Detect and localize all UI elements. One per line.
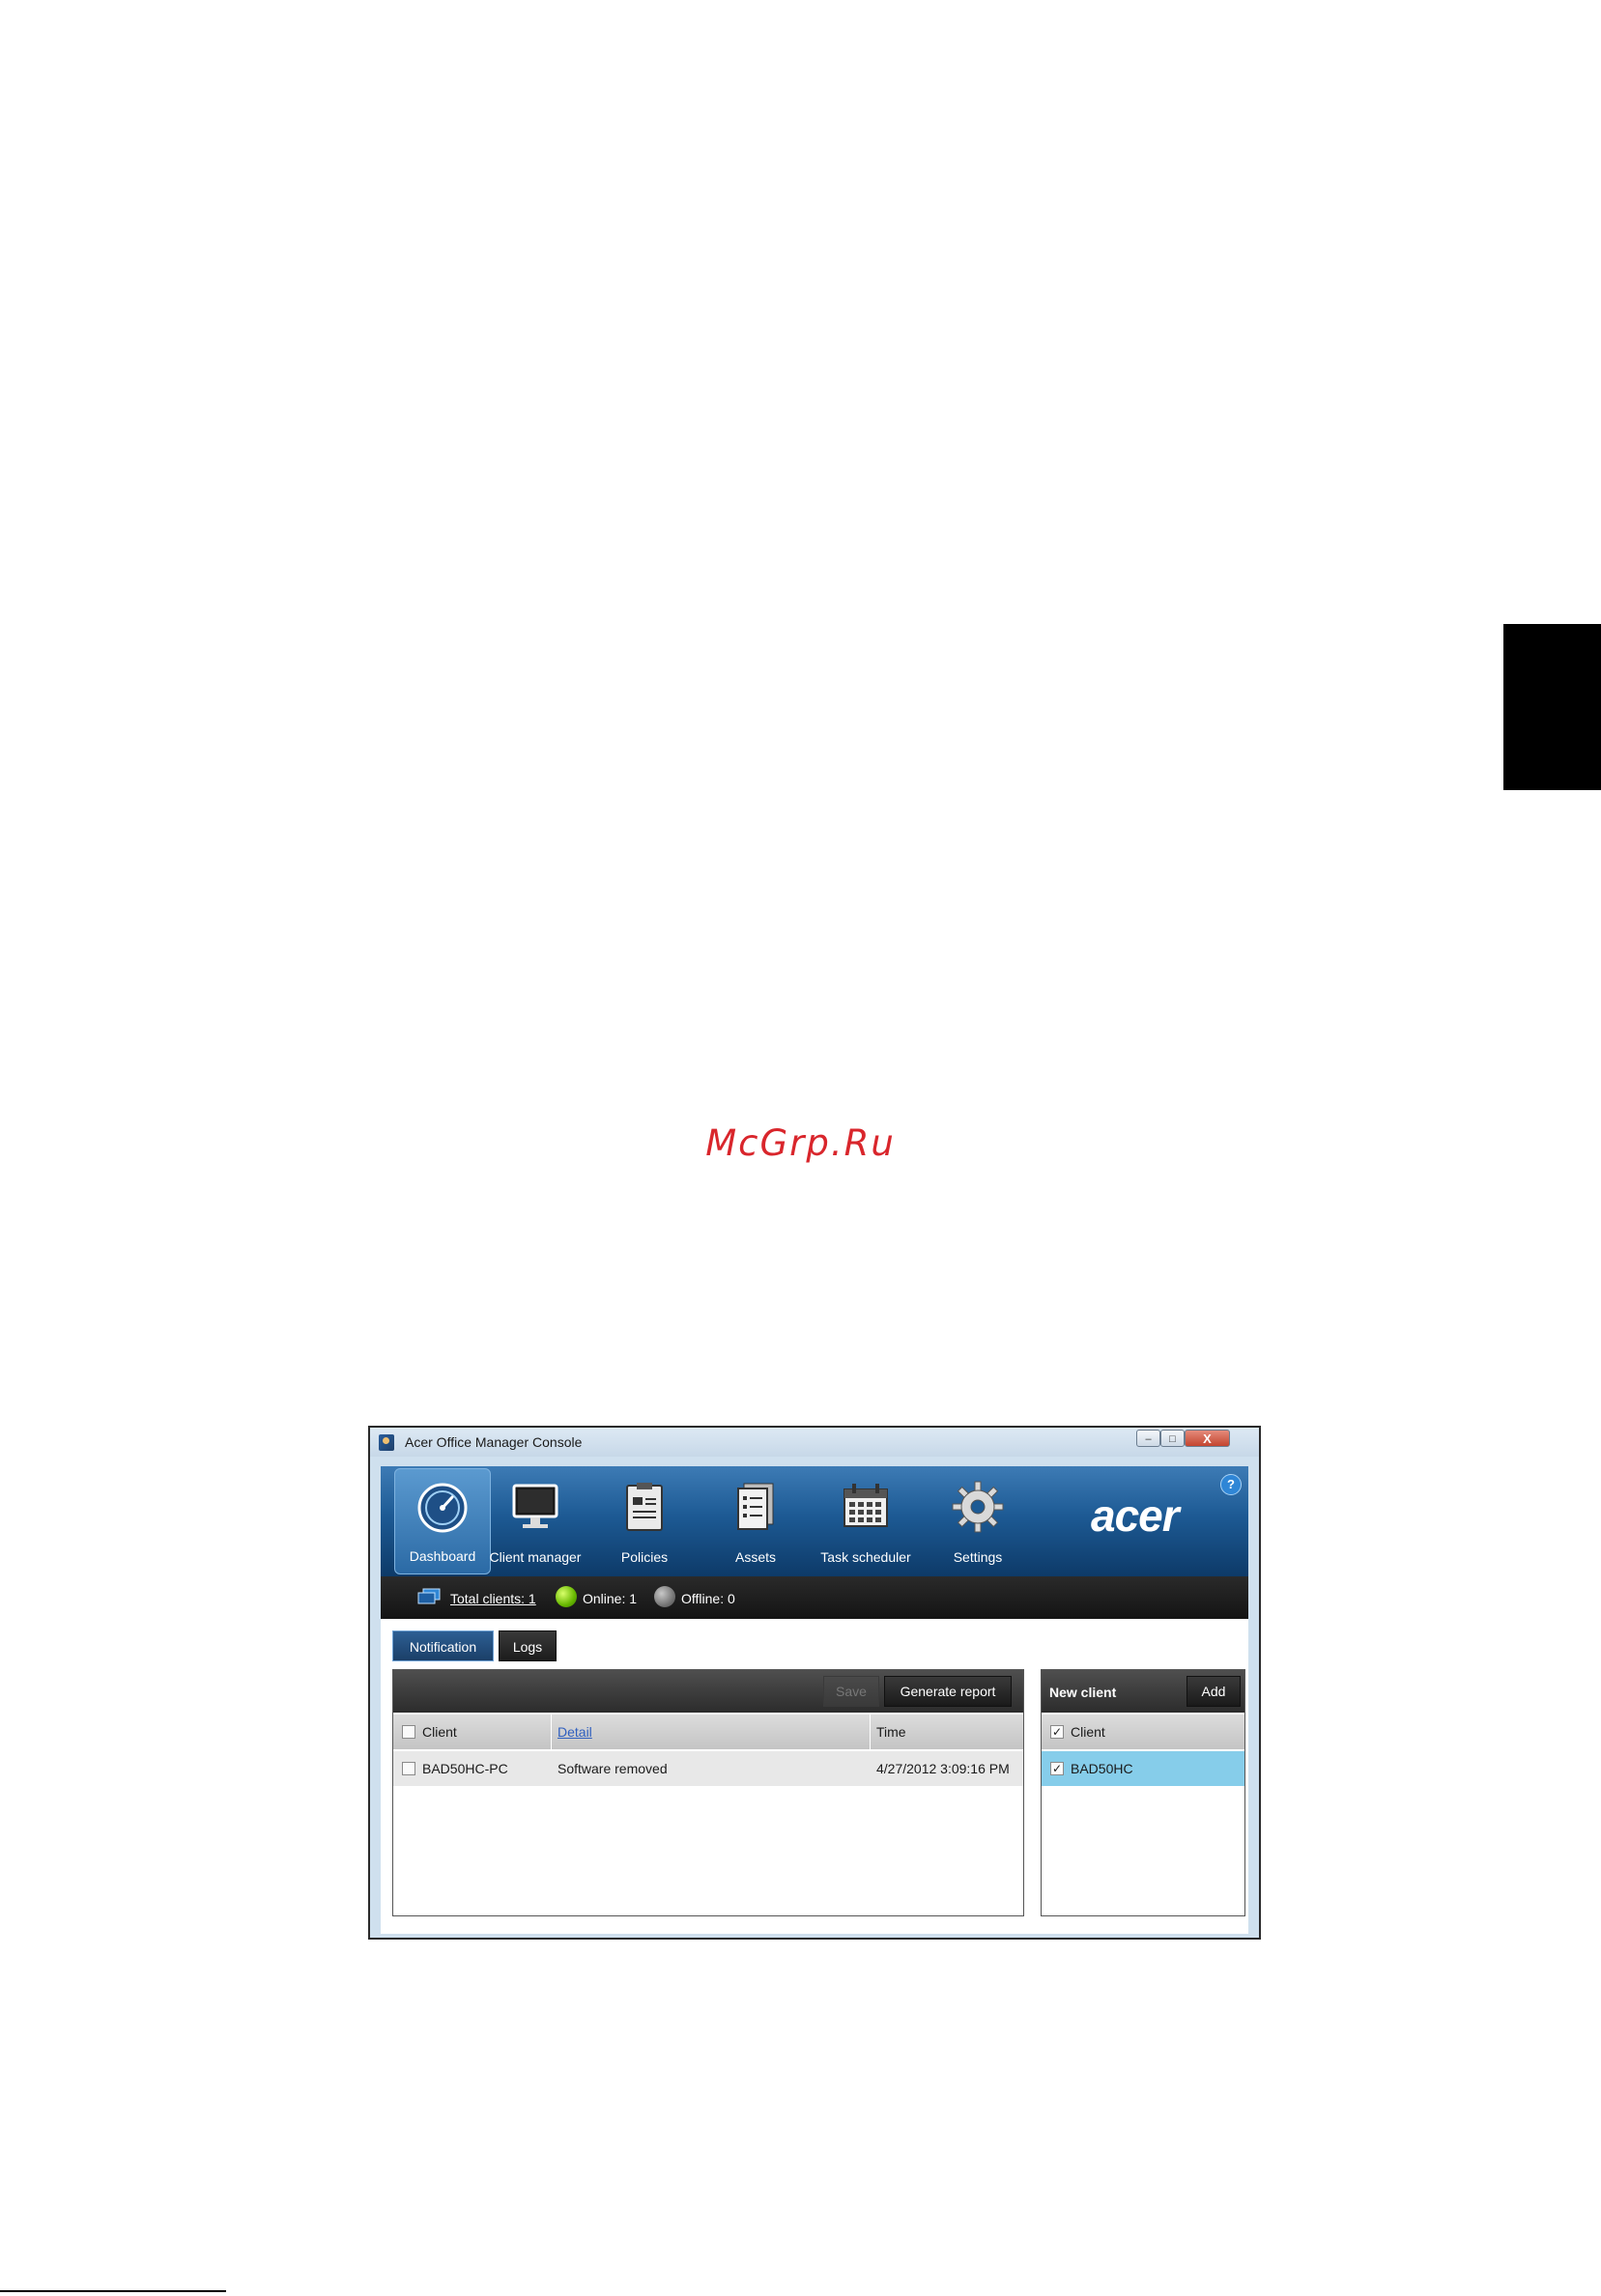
nav-client-manager[interactable]: Client manager [477, 1468, 593, 1574]
new-client-toolbar: New client Add [1042, 1670, 1244, 1713]
new-client-select-all-checkbox[interactable]: ✓ [1050, 1725, 1064, 1739]
nav-label-assets: Assets [734, 1549, 776, 1565]
new-client-table-header: ✓ Client [1042, 1715, 1244, 1749]
dashboard-icon [417, 1483, 468, 1533]
maximize-button[interactable]: □ [1160, 1430, 1185, 1447]
column-client[interactable]: Client [393, 1715, 552, 1749]
new-client-name: BAD50HC [1071, 1761, 1133, 1776]
new-client-title: New client [1049, 1685, 1117, 1700]
nav-label-client-manager: Client manager [489, 1549, 582, 1565]
row-checkbox[interactable] [402, 1762, 415, 1775]
nav-label-task-scheduler: Task scheduler [820, 1549, 911, 1565]
new-client-column-label: Client [1071, 1724, 1105, 1740]
app-icon [379, 1434, 394, 1451]
row-client: BAD50HC-PC [422, 1761, 508, 1776]
nav-policies[interactable]: Policies [596, 1468, 693, 1574]
calendar-icon [843, 1484, 888, 1527]
acer-logo: acer [1091, 1490, 1180, 1541]
offline-status-icon [654, 1586, 675, 1607]
notification-toolbar: Save Generate report [393, 1670, 1023, 1713]
new-client-cell: ✓ BAD50HC [1042, 1751, 1244, 1786]
app-window: Acer Office Manager Console – □ X Dashbo… [368, 1426, 1261, 1940]
nav-label-policies: Policies [620, 1549, 669, 1565]
title-bar[interactable]: Acer Office Manager Console – □ X [370, 1428, 1259, 1457]
tab-notification[interactable]: Notification [392, 1630, 494, 1661]
nav-label-dashboard: Dashboard [409, 1548, 476, 1564]
document-list-icon [737, 1483, 774, 1530]
close-button[interactable]: X [1185, 1430, 1230, 1447]
select-all-checkbox[interactable] [402, 1725, 415, 1739]
nav-task-scheduler[interactable]: Task scheduler [808, 1468, 924, 1574]
monitor-icon [512, 1484, 558, 1528]
row-detail: Software removed [557, 1761, 668, 1776]
table-row[interactable]: BAD50HC-PC Software removed 4/27/2012 3:… [393, 1751, 1023, 1786]
clipboard-icon [626, 1483, 663, 1531]
online-count: Online: 1 [583, 1591, 638, 1606]
new-client-column[interactable]: ✓ Client [1042, 1715, 1244, 1749]
column-detail[interactable]: Detail [552, 1715, 871, 1749]
add-button[interactable]: Add [1186, 1676, 1241, 1707]
tab-logs[interactable]: Logs [499, 1630, 557, 1661]
list-item[interactable]: ✓ BAD50HC [1042, 1751, 1244, 1786]
content-area: Notification Logs Save Generate report C… [381, 1619, 1248, 1934]
footer-rule [0, 2290, 226, 2292]
total-clients-link[interactable]: Total clients: 1 [450, 1591, 536, 1606]
gear-icon [952, 1481, 1004, 1533]
clients-icon [417, 1588, 441, 1604]
column-time[interactable]: Time [871, 1715, 1015, 1749]
window-title: Acer Office Manager Console [405, 1434, 583, 1450]
status-bar: Total clients: 1 Online: 1 Offline: 0 [381, 1576, 1248, 1619]
column-client-label: Client [422, 1724, 457, 1740]
chapter-tab [1503, 624, 1601, 790]
new-client-row-checkbox[interactable]: ✓ [1050, 1762, 1064, 1775]
notification-panel: Save Generate report Client Detail Time … [392, 1669, 1024, 1916]
nav-label-settings: Settings [953, 1549, 1003, 1565]
nav-settings[interactable]: Settings [929, 1468, 1026, 1574]
help-icon[interactable]: ? [1220, 1474, 1242, 1495]
top-navigation: Dashboard Client manager Policies Assets… [381, 1466, 1248, 1576]
minimize-button[interactable]: – [1136, 1430, 1160, 1447]
row-client-cell: BAD50HC-PC [393, 1751, 552, 1786]
watermark: McGrp.Ru [705, 1122, 896, 1164]
save-button[interactable]: Save [823, 1676, 879, 1707]
generate-report-button[interactable]: Generate report [884, 1676, 1012, 1707]
notification-table-header: Client Detail Time [393, 1715, 1023, 1749]
nav-dashboard[interactable]: Dashboard [394, 1468, 491, 1574]
offline-count: Offline: 0 [681, 1591, 735, 1606]
new-client-panel: New client Add ✓ Client ✓ BAD50HC [1041, 1669, 1245, 1916]
nav-assets[interactable]: Assets [707, 1468, 804, 1574]
online-status-icon [556, 1586, 577, 1607]
row-time: 4/27/2012 3:09:16 PM [876, 1761, 1010, 1776]
